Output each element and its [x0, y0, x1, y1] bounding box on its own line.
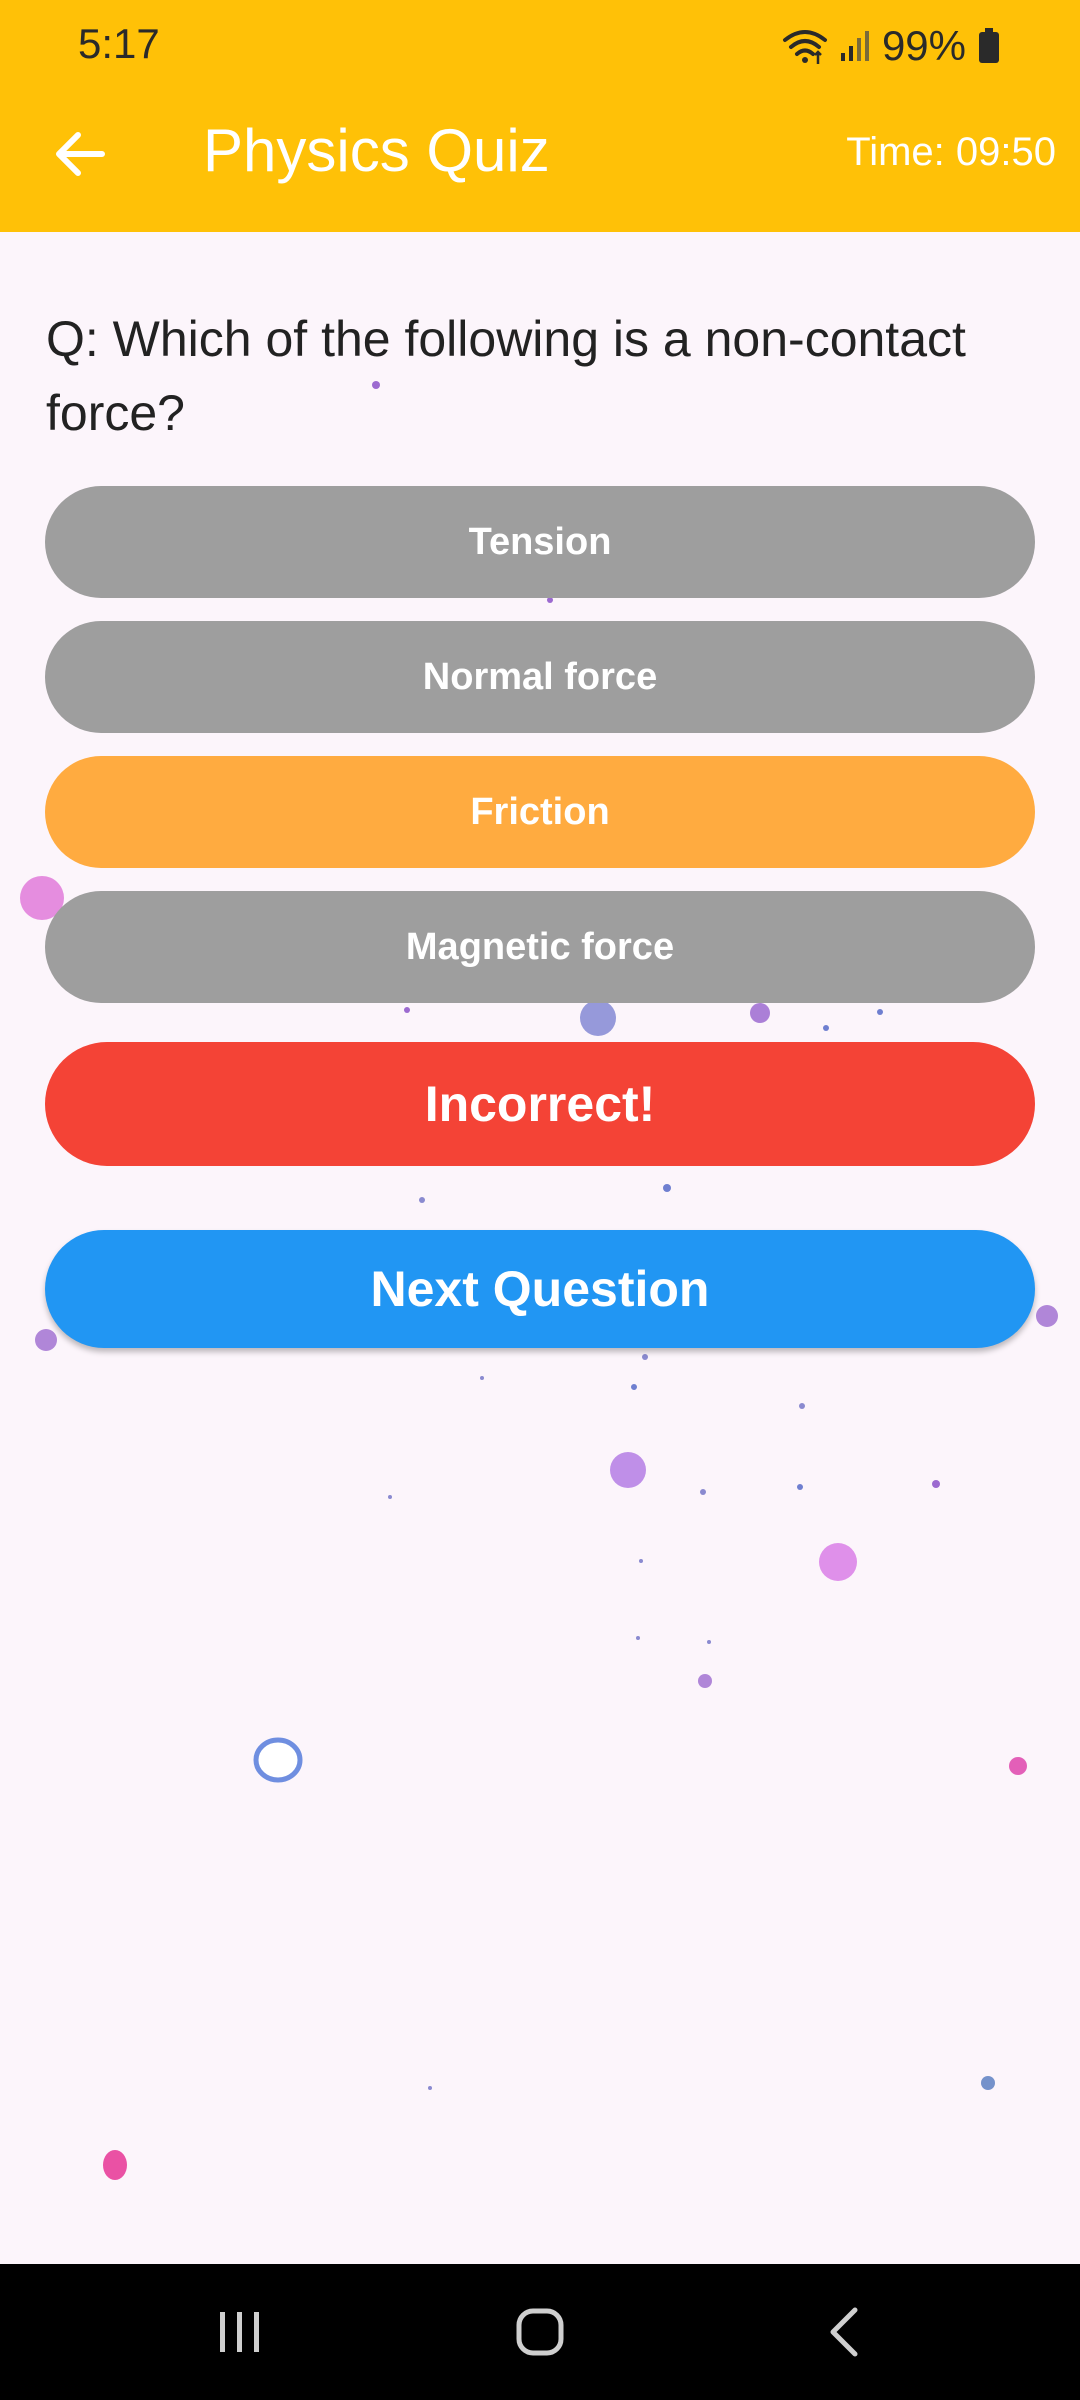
- battery-percent: 99%: [881, 22, 966, 69]
- app-bar: 5:17 99% Physics Quiz Time: 09:50: [0, 0, 1080, 232]
- option-button-tension[interactable]: Tension: [45, 486, 1035, 598]
- option-button-magnetic-force[interactable]: Magnetic force: [45, 891, 1035, 1003]
- question-text: Q: Which of the following is a non-conta…: [46, 311, 966, 441]
- page-title: Physics Quiz: [203, 117, 550, 184]
- nav-back-icon[interactable]: [815, 2302, 875, 2362]
- result-banner: Incorrect!: [45, 1042, 1035, 1166]
- system-nav-bar: [0, 2264, 1080, 2400]
- next-question-button[interactable]: Next Question: [45, 1230, 1035, 1348]
- status-time: 5:17: [78, 20, 160, 67]
- status-icons: 99%: [782, 20, 1000, 72]
- option-button-friction[interactable]: Friction: [45, 756, 1035, 868]
- battery-icon: [978, 28, 1000, 64]
- arrow-back-icon[interactable]: [48, 122, 112, 186]
- recents-icon[interactable]: [210, 2302, 270, 2362]
- wifi-icon: [782, 26, 828, 66]
- quiz-timer: Time: 09:50: [846, 130, 1056, 174]
- signal-icon: [840, 29, 870, 63]
- option-button-normal-force[interactable]: Normal force: [45, 621, 1035, 733]
- home-icon[interactable]: [510, 2302, 570, 2362]
